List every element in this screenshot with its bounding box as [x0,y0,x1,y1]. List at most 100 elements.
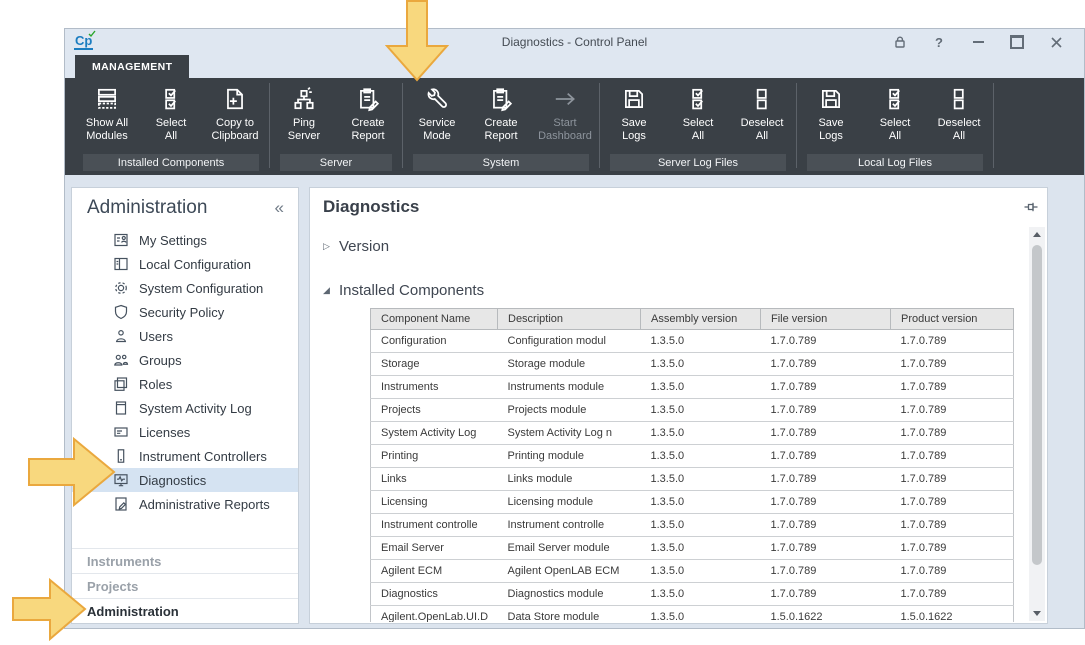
select-all-local-logs-button[interactable]: Select All [863,82,927,152]
cell-component-name: Instruments [370,375,498,399]
sidebar-item-system-activity-log[interactable]: System Activity Log [72,396,298,420]
show-all-modules-button[interactable]: Show All Modules [75,82,139,152]
sidebar-item-users[interactable]: Users [72,324,298,348]
ribbon-group-label: Server Log Files [610,154,786,171]
table-row[interactable]: Configuration Configuration modul 1.3.5.… [370,329,1014,353]
save-logs-server-button[interactable]: Save Logs [602,82,666,152]
save-icon [818,84,844,114]
start-dashboard-button[interactable]: Start Dashboard [533,82,597,152]
table-row[interactable]: System Activity Log System Activity Log … [370,421,1014,445]
create-report-icon [355,84,381,114]
column-header[interactable]: Description [497,308,641,330]
cell-product-version: 1.7.0.789 [890,398,1014,422]
vertical-scrollbar[interactable] [1029,227,1045,621]
bottom-nav-projects[interactable]: Projects [72,573,298,598]
column-header[interactable]: Component Name [370,308,498,330]
shield-icon [113,304,129,320]
table-row[interactable]: Diagnostics Diagnostics module 1.3.5.0 1… [370,582,1014,606]
wrench-icon [424,84,450,114]
local-configuration-icon [113,256,129,272]
help-button[interactable]: ? [931,34,947,50]
log-icon [113,400,129,416]
select-all-button[interactable]: Select All [139,82,203,152]
scrollbar-thumb[interactable] [1032,245,1042,565]
section-version[interactable]: ▷ Version [323,238,1028,255]
maximize-button[interactable] [1009,34,1025,50]
cell-product-version: 1.7.0.789 [890,329,1014,353]
table-row[interactable]: Projects Projects module 1.3.5.0 1.7.0.7… [370,398,1014,422]
ping-server-button[interactable]: Ping Server [272,82,336,152]
sidebar-item-local-configuration[interactable]: Local Configuration [72,252,298,276]
tab-management[interactable]: MANAGEMENT [75,55,190,78]
cell-description: Email Server module [497,536,641,560]
table-row[interactable]: Agilent ECM Agilent OpenLAB ECM 1.3.5.0 … [370,559,1014,583]
table-row[interactable]: Printing Printing module 1.3.5.0 1.7.0.7… [370,444,1014,468]
cell-product-version: 1.7.0.789 [890,352,1014,376]
cell-product-version: 1.7.0.789 [890,582,1014,606]
cell-description: Storage module [497,352,641,376]
lock-icon[interactable] [892,34,908,50]
cell-description: Printing module [497,444,641,468]
table-row[interactable]: Agilent.OpenLab.UI.D Data Store module 1… [370,605,1014,622]
cell-description: Data Store module [497,605,641,622]
annotation-arrow-diagnostics [28,437,116,507]
cell-product-version: 1.7.0.789 [890,467,1014,491]
table-row[interactable]: Storage Storage module 1.3.5.0 1.7.0.789… [370,352,1014,376]
cell-product-version: 1.7.0.789 [890,375,1014,399]
annotation-arrow-service-mode [385,0,449,82]
ping-server-icon [291,84,317,114]
copy-to-clipboard-icon [222,84,248,114]
section-installed-components[interactable]: ◢ Installed Components [323,282,1028,299]
deselect-all-icon [749,84,775,114]
main-content: ▷ Version ◢ Installed Components Compone… [310,226,1028,622]
scroll-up-icon[interactable] [1029,227,1045,242]
gear-icon [113,280,129,296]
ribbon: Show All Modules Select All Copy to Clipboa… [65,78,1084,175]
cell-assembly-version: 1.3.5.0 [640,490,761,514]
create-report-server-button[interactable]: Create Report [336,82,400,152]
deselect-all-icon [946,84,972,114]
cell-file-version: 1.7.0.789 [760,536,891,560]
expander-collapsed-icon: ▷ [323,241,330,251]
close-button[interactable] [1048,34,1064,50]
sidebar-heading: Administration [87,197,208,218]
cell-component-name: Agilent.OpenLab.UI.D [370,605,498,622]
minimize-button[interactable] [970,34,986,50]
sidebar-bottom-nav: Instruments Projects Administration [72,548,298,623]
cell-component-name: Email Server [370,536,498,560]
table-row[interactable]: Licensing Licensing module 1.3.5.0 1.7.0… [370,490,1014,514]
copy-to-clipboard-button[interactable]: Copy to Clipboard [203,82,267,152]
sidebar-item-groups[interactable]: Groups [72,348,298,372]
ribbon-group-label: Local Log Files [807,154,983,171]
column-header[interactable]: File version [760,308,891,330]
collapse-sidebar-icon[interactable]: « [275,199,284,216]
cell-description: Configuration modul [497,329,641,353]
sidebar-item-my-settings[interactable]: My Settings [72,228,298,252]
bottom-nav-instruments[interactable]: Instruments [72,548,298,573]
table-row[interactable]: Instrument controlle Instrument controll… [370,513,1014,537]
table-row[interactable]: Instruments Instruments module 1.3.5.0 1… [370,375,1014,399]
bottom-nav-administration[interactable]: Administration [72,598,298,623]
cell-product-version: 1.7.0.789 [890,421,1014,445]
pin-icon[interactable] [1023,199,1039,215]
sidebar: Administration « My Settings Local Confi… [71,187,299,624]
deselect-all-local-logs-button[interactable]: Deselect All [927,82,991,152]
installed-components-table: Component Name Description Assembly vers… [370,308,1014,622]
ribbon-separator [402,83,403,168]
deselect-all-server-logs-button[interactable]: Deselect All [730,82,794,152]
save-logs-local-button[interactable]: Save Logs [799,82,863,152]
scroll-down-icon[interactable] [1029,606,1045,621]
select-all-server-logs-button[interactable]: Select All [666,82,730,152]
cell-assembly-version: 1.3.5.0 [640,421,761,445]
column-header[interactable]: Assembly version [640,308,761,330]
sidebar-item-security-policy[interactable]: Security Policy [72,300,298,324]
create-report-system-button[interactable]: Create Report [469,82,533,152]
table-row[interactable]: Links Links module 1.3.5.0 1.7.0.789 1.7… [370,467,1014,491]
main-panel: Diagnostics ▷ Version ◢ Installed Compon… [309,187,1048,624]
column-header[interactable]: Product version [890,308,1014,330]
cell-description: Agilent OpenLAB ECM [497,559,641,583]
sidebar-item-system-configuration[interactable]: System Configuration [72,276,298,300]
service-mode-button[interactable]: Service Mode [405,82,469,152]
table-row[interactable]: Email Server Email Server module 1.3.5.0… [370,536,1014,560]
sidebar-item-roles[interactable]: Roles [72,372,298,396]
